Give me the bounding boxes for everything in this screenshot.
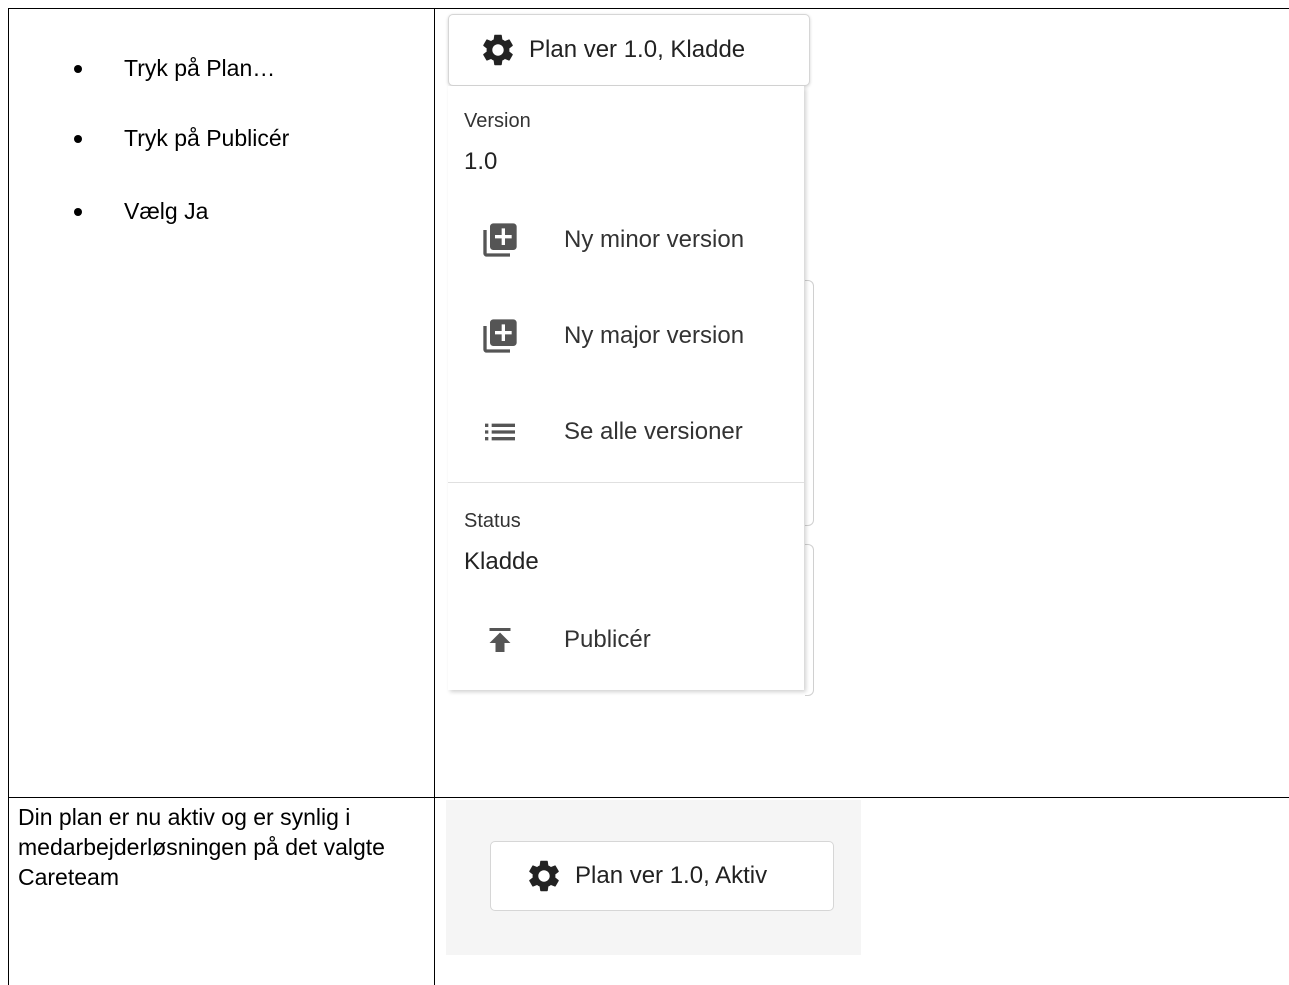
version-value: 1.0 (464, 148, 498, 175)
plan-button-label: Plan ver 1.0, Kladde (529, 36, 746, 63)
gear-icon (483, 34, 513, 66)
menu-item-label: Publicér (564, 626, 651, 653)
version-section-label: Version (464, 110, 531, 132)
menu-item-see-all-versions[interactable]: Se alle versioner (448, 396, 804, 468)
publish-icon (478, 618, 522, 662)
result-description: Din plan er nu aktiv og er synlig i meda… (18, 804, 385, 890)
instruction-step: Tryk på Publicér (73, 125, 290, 151)
background-panel-edge (805, 280, 814, 526)
menu-item-label: Se alle versioner (564, 418, 743, 445)
menu-item-label: Ny major version (564, 322, 745, 349)
menu-item-new-major-version[interactable]: Ny major version (448, 300, 804, 372)
menu-item-publish[interactable]: Publicér (448, 604, 804, 676)
menu-item-label: Ny minor version (564, 226, 745, 253)
plan-dropdown-menu: Version 1.0 Ny minor version Ny major ve… (448, 86, 804, 690)
library-add-icon (478, 218, 522, 262)
table-left-border (8, 8, 9, 985)
table-row-divider (8, 797, 1289, 798)
background-panel-edge (805, 544, 814, 696)
plan-button-label: Plan ver 1.0, Aktiv (575, 862, 768, 889)
plan-menu-button[interactable]: Plan ver 1.0, Kladde (448, 14, 810, 86)
gear-icon (529, 860, 559, 892)
plan-status-button[interactable]: Plan ver 1.0, Aktiv (490, 841, 834, 911)
list-icon (478, 410, 522, 454)
instruction-step: Tryk på Plan… (73, 55, 276, 81)
status-value: Kladde (464, 548, 539, 575)
menu-divider (448, 482, 804, 483)
instruction-step: Vælg Ja (73, 198, 209, 224)
menu-item-new-minor-version[interactable]: Ny minor version (448, 204, 804, 276)
table-column-divider (434, 8, 435, 985)
table-top-border (8, 8, 1289, 9)
library-add-icon (478, 314, 522, 358)
status-section-label: Status (464, 510, 521, 532)
